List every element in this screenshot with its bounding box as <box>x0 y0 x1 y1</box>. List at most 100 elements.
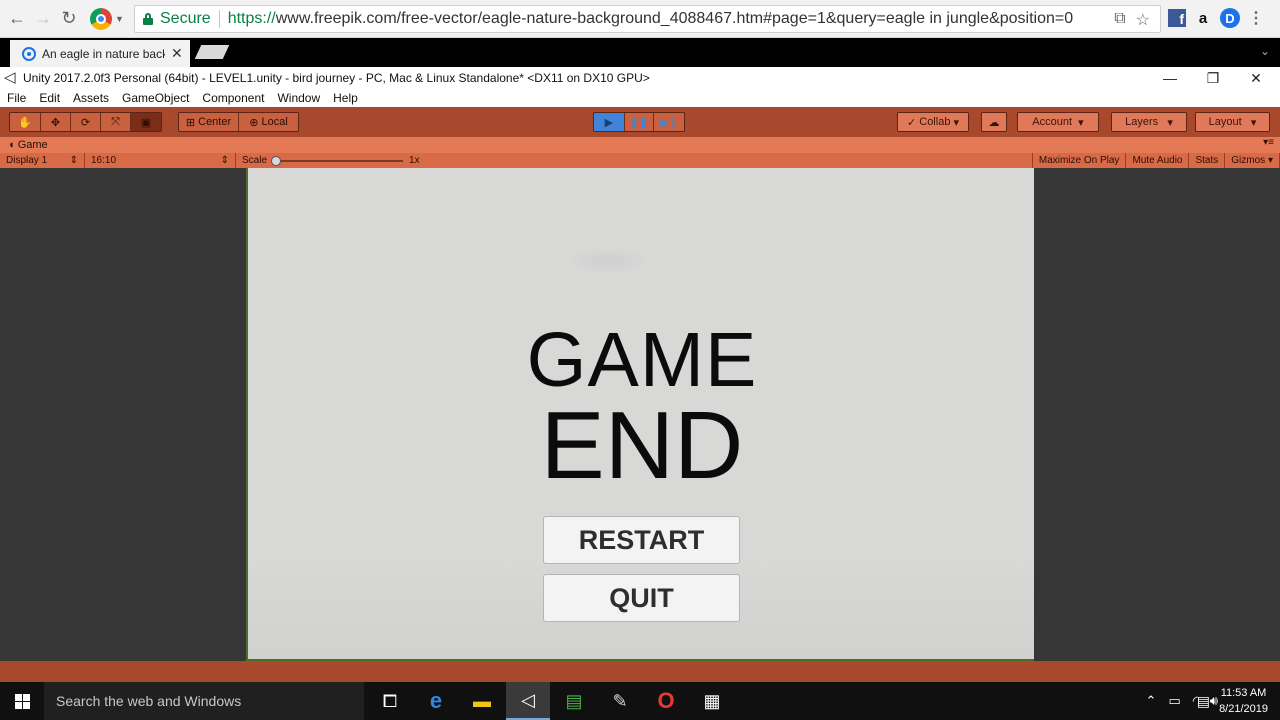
scale-tool-icon[interactable]: ⤧ <box>101 113 131 131</box>
notification-icon[interactable]: ▤ <box>1197 693 1210 710</box>
back-arrow-icon[interactable]: ← <box>4 6 30 32</box>
chevron-up-icon[interactable]: ⌃ <box>1146 693 1157 709</box>
scale-slider[interactable] <box>271 155 404 166</box>
collab-dropdown[interactable]: ✓ Collab ▾ <box>897 112 969 132</box>
opera-icon[interactable]: O <box>644 682 688 720</box>
menu-gameobject[interactable]: GameObject <box>122 91 189 105</box>
notepad-icon[interactable]: ▤ <box>552 682 596 720</box>
close-window-icon[interactable]: ✕ <box>1236 67 1276 89</box>
d-extension-icon[interactable]: D <box>1220 8 1240 28</box>
scale-control[interactable]: Scale 1x <box>236 153 426 168</box>
display-dropdown[interactable]: Display 1 ⇕ <box>0 153 85 168</box>
unity-taskbar-icon[interactable]: ◁ <box>506 682 550 720</box>
updown-icon: ⇕ <box>69 155 78 166</box>
chevron-down-icon[interactable]: ▼ <box>115 14 124 24</box>
layers-dropdown[interactable]: Layers ▾ <box>1111 112 1187 132</box>
menu-help[interactable]: Help <box>333 91 358 105</box>
quit-button[interactable]: QUIT <box>543 574 740 622</box>
kebab-menu-icon[interactable]: ⋮ <box>1248 8 1264 28</box>
lock-icon <box>143 13 153 25</box>
pivot-toggles: ⊞ Center ⊕ Local <box>178 112 299 132</box>
freepik-favicon-icon <box>22 46 36 61</box>
layers-button[interactable]: Layers ▾ <box>1112 113 1186 131</box>
cloud-button[interactable]: ☁ <box>981 112 1007 132</box>
paint-icon[interactable]: ✎ <box>598 682 642 720</box>
step-button[interactable]: ▶❙ <box>654 113 684 131</box>
unity-titlebar: Unity 2017.2.0f3 Personal (64bit) - LEVE… <box>0 67 1280 89</box>
pause-button[interactable]: ❚❚ <box>624 113 655 131</box>
menu-file[interactable]: File <box>7 91 26 105</box>
menu-assets[interactable]: Assets <box>73 91 109 105</box>
chevron-down-icon[interactable]: ⌄ <box>1260 44 1270 58</box>
play-controls: ▶ ❚❚ ▶❙ <box>593 112 685 132</box>
unity-menubar: File Edit Assets GameObject Component Wi… <box>0 89 1280 107</box>
omnibox-divider <box>218 10 220 28</box>
rotate-tool-icon[interactable]: ⟳ <box>71 113 101 131</box>
cloud-icon[interactable]: ☁ <box>982 113 1006 131</box>
game-tab[interactable]: ◖ Game ▾≡ <box>0 137 1280 153</box>
menu-window[interactable]: Window <box>277 91 320 105</box>
account-dropdown[interactable]: Account ▾ <box>1017 112 1099 132</box>
restart-button[interactable]: RESTART <box>543 516 740 564</box>
windows-logo-icon <box>14 693 30 709</box>
collab-button[interactable]: ✓ Collab ▾ <box>898 113 968 131</box>
close-icon[interactable]: ✕ <box>171 45 183 62</box>
volume-icon[interactable]: 🔊︎ <box>1210 693 1218 709</box>
faded-eagle-image <box>568 248 648 274</box>
maximize-on-play-toggle[interactable]: Maximize On Play <box>1031 153 1127 168</box>
store-icon[interactable]: ▦ <box>690 682 734 720</box>
check-icon: ✓ <box>906 116 920 129</box>
local-icon: ⊕ <box>249 116 262 129</box>
gizmos-dropdown[interactable]: Gizmos ▾ <box>1225 153 1280 168</box>
file-explorer-icon[interactable]: ▬ <box>460 682 504 720</box>
unity-logo-icon <box>4 68 18 86</box>
stats-toggle[interactable]: Stats <box>1189 153 1226 168</box>
task-view-icon[interactable]: ⧠ <box>368 682 412 720</box>
transform-tools: ✋ ✥ ⟳ ⤧ ▣ <box>9 112 162 132</box>
layout-dropdown[interactable]: Layout ▾ <box>1195 112 1270 132</box>
clock-time: 11:53 AM <box>1220 687 1267 699</box>
aspect-dropdown[interactable]: 16:10 ⇕ <box>85 153 236 168</box>
menu-component[interactable]: Component <box>202 91 264 105</box>
pivot-center-button[interactable]: ⊞ Center <box>179 113 239 131</box>
layout-button[interactable]: Layout ▾ <box>1196 113 1269 131</box>
cast-icon[interactable]: ⧉ <box>1114 10 1125 30</box>
forward-arrow-icon[interactable]: → <box>30 6 56 32</box>
taskbar-clock[interactable]: 11:53 AM 8/21/2019 <box>1219 685 1268 717</box>
center-icon: ⊞ <box>185 116 199 129</box>
move-tool-icon[interactable]: ✥ <box>41 113 71 131</box>
address-bar[interactable]: Secure https://www.freepik.com/free-vect… <box>134 5 1161 33</box>
minimize-icon[interactable]: — <box>1150 67 1190 89</box>
updown-icon: ⇕ <box>220 155 229 166</box>
restore-icon[interactable]: ❐ <box>1193 67 1233 89</box>
window-title: Unity 2017.2.0f3 Personal (64bit) - LEVE… <box>23 71 650 85</box>
browser-tab[interactable]: An eagle in nature backg ✕ <box>10 40 190 67</box>
reload-icon[interactable]: ↻ <box>56 6 82 32</box>
tab-menu-icon[interactable]: ▾≡ <box>1263 137 1274 148</box>
play-button[interactable]: ▶ <box>594 113 625 131</box>
unity-status-bar <box>0 661 1280 682</box>
chrome-logo-icon[interactable] <box>90 7 112 30</box>
edge-icon[interactable]: e <box>414 682 458 720</box>
windows-taskbar: Search the web and Windows ⧠ e ▬ ◁ ▤ ✎ O… <box>0 682 1280 720</box>
pivot-local-button[interactable]: ⊕ Local <box>239 113 298 131</box>
scale-slider-thumb[interactable] <box>271 155 282 166</box>
hand-tool-icon[interactable]: ✋ <box>10 113 41 131</box>
mute-audio-toggle[interactable]: Mute Audio <box>1126 153 1190 168</box>
new-tab-button[interactable] <box>194 45 230 59</box>
rect-tool-icon[interactable]: ▣ <box>131 113 161 131</box>
browser-toolbar: ← → ↻ ▼ Secure https://www.freepik.com/f… <box>0 0 1280 38</box>
amazon-extension-icon[interactable]: a <box>1194 10 1212 27</box>
game-view-toolbar: Display 1 ⇕ 16:10 ⇕ Scale 1x Maximize On P… <box>0 153 1280 168</box>
bookmark-star-icon[interactable]: ☆ <box>1136 10 1150 30</box>
url-text[interactable]: https://www.freepik.com/free-vector/eagl… <box>228 10 1073 28</box>
account-button[interactable]: Account ▾ <box>1018 113 1098 131</box>
taskbar-search[interactable]: Search the web and Windows <box>44 682 364 720</box>
game-over-title-line2: END <box>540 392 744 499</box>
tab-title: An eagle in nature backg <box>42 46 165 61</box>
start-button[interactable] <box>0 682 44 720</box>
game-tab-label: Game <box>17 139 48 151</box>
menu-edit[interactable]: Edit <box>39 91 60 105</box>
facebook-extension-icon[interactable]: f <box>1168 9 1186 27</box>
battery-icon[interactable]: ▭ <box>1168 693 1180 709</box>
